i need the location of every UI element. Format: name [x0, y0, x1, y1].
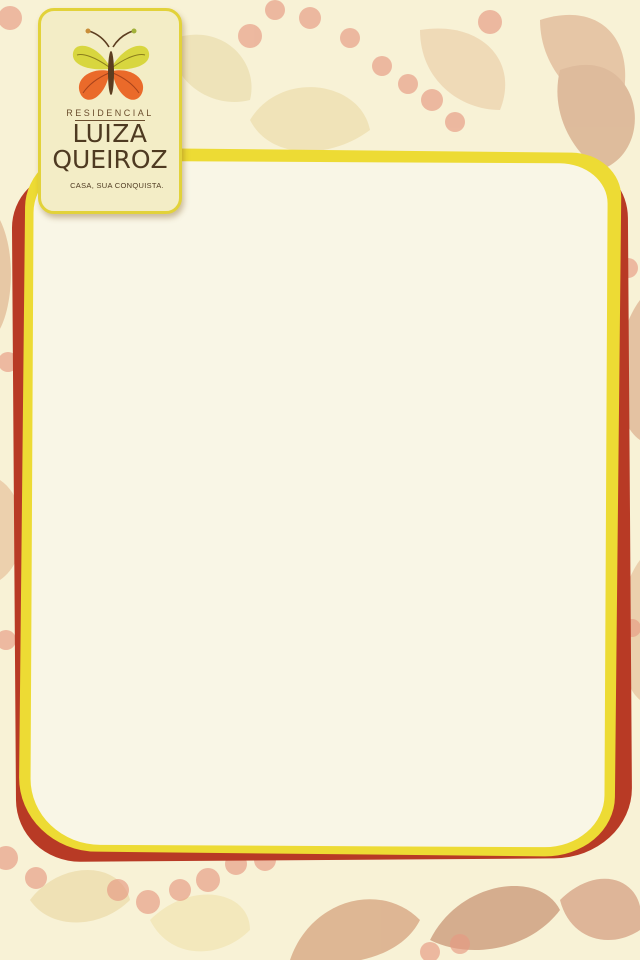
berry-shape	[25, 867, 47, 889]
berry-shape	[450, 934, 470, 954]
berry-shape	[0, 6, 22, 30]
butterfly-icon	[72, 28, 150, 100]
berry-shape	[445, 112, 465, 132]
berry-shape	[238, 24, 262, 48]
logo-badge: RESIDENCIAL LUIZA QUEIROZ CASA, SUA CONQ…	[38, 8, 182, 214]
berry-shape	[265, 0, 285, 20]
berry-shape	[421, 89, 443, 111]
leaf-shape	[430, 886, 560, 950]
brand-kicker: RESIDENCIAL	[66, 108, 154, 118]
berry-shape	[136, 890, 160, 914]
berry-shape	[0, 846, 18, 870]
content-panel	[30, 160, 608, 848]
berry-shape	[372, 56, 392, 76]
brand-name-line2: QUEIROZ	[52, 145, 168, 174]
berry-shape	[107, 879, 129, 901]
leaf-shape	[560, 878, 640, 940]
berry-shape	[478, 10, 502, 34]
berry-shape	[0, 630, 16, 650]
brand-name-line1: LUIZA	[72, 119, 148, 148]
berry-shape	[398, 74, 418, 94]
berry-shape	[299, 7, 321, 29]
berry-shape	[196, 868, 220, 892]
leaf-shape	[0, 220, 11, 329]
berry-shape	[420, 942, 440, 960]
berry-shape	[340, 28, 360, 48]
leaf-shape	[250, 87, 370, 152]
berry-shape	[169, 879, 191, 901]
brand-tagline: CASA, SUA CONQUISTA.	[70, 181, 164, 190]
leaf-shape	[150, 894, 250, 952]
leaf-shape	[290, 899, 420, 960]
leaf-shape	[170, 34, 252, 102]
